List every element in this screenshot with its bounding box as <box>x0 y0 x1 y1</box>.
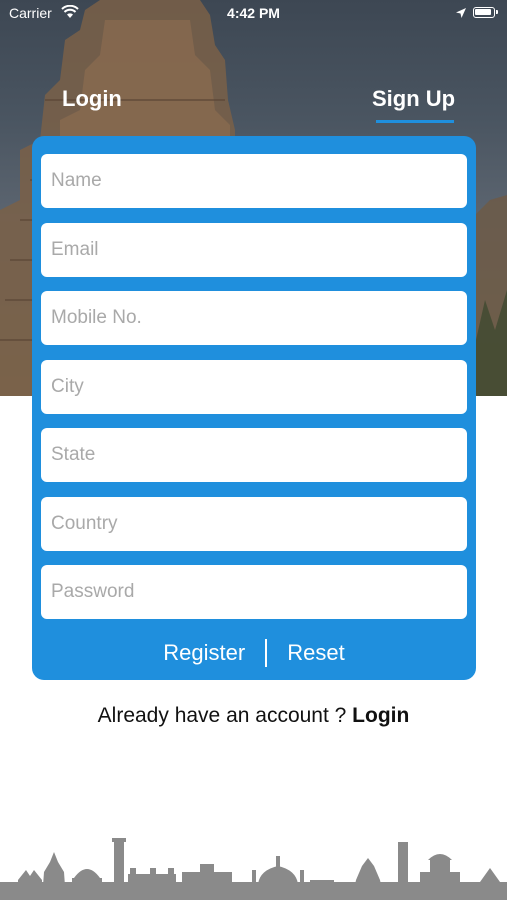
tab-login[interactable]: Login <box>62 86 122 112</box>
location-arrow-icon <box>455 6 467 22</box>
city-field[interactable] <box>41 360 467 414</box>
reset-button[interactable]: Reset <box>287 640 344 666</box>
signup-form-card: Register Reset <box>32 136 476 680</box>
status-bar: Carrier 4:42 PM <box>0 0 507 28</box>
form-actions: Register Reset <box>32 636 476 670</box>
battery-icon <box>473 7 498 18</box>
password-field[interactable] <box>41 565 467 619</box>
active-tab-indicator <box>376 120 454 123</box>
mobile-field[interactable] <box>41 291 467 345</box>
status-time: 4:42 PM <box>227 5 280 21</box>
country-field[interactable] <box>41 497 467 551</box>
login-prompt: Already have an account ? Login <box>0 704 507 728</box>
name-field[interactable] <box>41 154 467 208</box>
actions-divider <box>265 639 268 667</box>
tab-signup[interactable]: Sign Up <box>372 86 455 112</box>
email-field[interactable] <box>41 223 467 277</box>
register-button[interactable]: Register <box>163 640 245 666</box>
city-skyline-illustration <box>0 838 507 900</box>
login-prompt-text: Already have an account ? <box>97 704 353 727</box>
login-link[interactable]: Login <box>352 704 409 727</box>
state-field[interactable] <box>41 428 467 482</box>
